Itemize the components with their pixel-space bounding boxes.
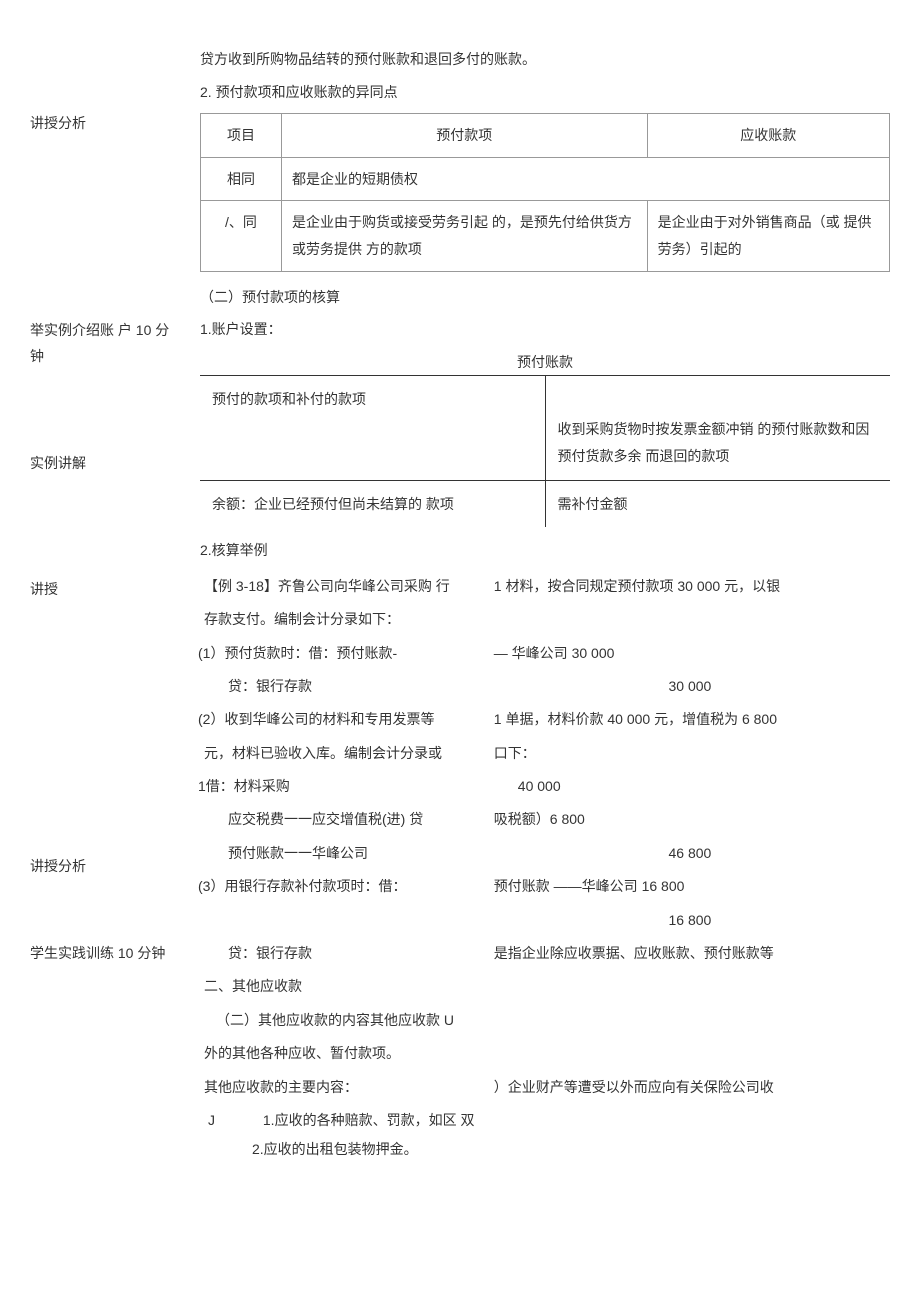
ex-intro-r: 1 材料，按合同规定预付款项 30 000 元，以银 bbox=[490, 570, 890, 603]
ex1-dr: (1）预付货款时：借：预付账款- bbox=[200, 637, 490, 670]
t-debit-top: 预付的款项和补付的款项 bbox=[200, 376, 545, 480]
ex2-r: 1 单据，材料价款 40 000 元，增值税为 6 800 bbox=[490, 703, 890, 736]
ex2-dr1-r: 40 000 bbox=[490, 770, 890, 803]
cell-diff-label: /、同 bbox=[201, 201, 282, 271]
comparison-table: 项目 预付款项 应收账款 相同 都是企业的短期债权 /、同 是企业由于购货或接受… bbox=[200, 113, 890, 271]
note-1: 讲授分析 bbox=[30, 110, 180, 137]
t-debit-bal: 余额：企业已经预付但尚未结算的 款项 bbox=[200, 480, 545, 527]
ex-intro-2: 存款支付。编制会计分录如下： bbox=[200, 603, 890, 636]
note-5: 讲授分析 bbox=[30, 853, 180, 880]
th-item: 项目 bbox=[201, 114, 282, 158]
cell-diff-prepay: 是企业由于购货或接受劳务引起 的，是预先付给供货方或劳务提供 方的款项 bbox=[282, 201, 648, 271]
sec2-r: 是指企业除应收票据、应收账款、预付账款等 bbox=[490, 937, 890, 970]
cell-diff-receivable: 是企业由于对外销售商品（或 提供劳务）引起的 bbox=[647, 201, 889, 271]
ex2-2r: 口下： bbox=[490, 737, 890, 770]
main-content: 贷方收到所购物品结转的预付账款和退回多付的账款。 2. 预付款项和应收账款的异同… bbox=[200, 40, 890, 1167]
table-row: 相同 都是企业的短期债权 bbox=[201, 157, 890, 201]
ex1-cr-r: 30 000 bbox=[490, 670, 890, 703]
para-example-heading: 2.核算举例 bbox=[200, 537, 890, 564]
ex2-cr-l: 预付账款一一华峰公司 bbox=[200, 837, 490, 870]
cell-same-label: 相同 bbox=[201, 157, 282, 201]
ex3-r: 预付账款 ——华峰公司 16 800 bbox=[490, 870, 890, 903]
ex1-dr-r: — 华峰公司 30 000 bbox=[490, 637, 890, 670]
sec2-items: J 1.应收的各种赔款、罚款，如区 双 2.应收的出租包装物押金。 bbox=[200, 1104, 890, 1167]
t-account: 预付的款项和补付的款项 收到采购货物时按发票金额冲销 的预付账款数和因预付货款多… bbox=[200, 375, 890, 527]
table-row: /、同 是企业由于购货或接受劳务引起 的，是预先付给供货方或劳务提供 方的款项 … bbox=[201, 201, 890, 271]
ex2-dr1-l: 1借：材料采购 bbox=[200, 770, 490, 803]
sec2-r4: ）企业财产等遭受以外而应向有关保险公司收 bbox=[490, 1071, 890, 1104]
sec2-l2: （二）其他应收款的内容其他应收款 U bbox=[200, 1004, 490, 1037]
th-prepay: 预付款项 bbox=[282, 114, 648, 158]
note-3: 实例讲解 bbox=[30, 450, 180, 477]
para-account-setup: 1.账户设置： bbox=[200, 316, 890, 343]
ex2-2l: 元，材料已验收入库。编制会计分录或 bbox=[200, 737, 490, 770]
ex2-cr-r: 46 800 bbox=[490, 837, 890, 870]
cell-same-value: 都是企业的短期债权 bbox=[282, 157, 890, 201]
ex3-cr-r: 16 800 bbox=[490, 904, 890, 937]
note-6: 学生实践训练 10 分钟 bbox=[30, 940, 180, 967]
sec2-l4: 其他应收款的主要内容： bbox=[200, 1071, 490, 1104]
table-row: 项目 预付款项 应收账款 bbox=[201, 114, 890, 158]
t-account-title: 预付账款 bbox=[200, 349, 890, 376]
ex-intro-l: 【例 3-18】齐鲁公司向华峰公司采购 行 bbox=[200, 570, 490, 603]
sec2-h: 二、其他应收款 bbox=[200, 970, 490, 1003]
para-heading-2: 2. 预付款项和应收账款的异同点 bbox=[200, 79, 890, 106]
ex2-l: (2）收到华峰公司的材料和专用发票等 bbox=[200, 703, 490, 736]
ex2-dr2-l: 应交税费一一应交增值税(进) 贷 bbox=[200, 803, 490, 836]
ex3-l: (3）用银行存款补付款项时：借： bbox=[200, 870, 490, 903]
t-credit-top: 收到采购货物时按发票金额冲销 的预付账款数和因预付货款多余 而退回的款项 bbox=[545, 376, 890, 480]
left-margin-notes: 讲授分析 举实例介绍账 户 10 分钟 实例讲解 讲授 讲授分析 学生实践训练 … bbox=[30, 40, 180, 1167]
j-mark: J bbox=[208, 1112, 215, 1128]
note-4: 讲授 bbox=[30, 576, 180, 603]
ex1-cr: 贷：银行存款 bbox=[200, 670, 490, 703]
ex3-blank bbox=[200, 904, 490, 937]
sec2-l3: 外的其他各种应收、暂付款项。 bbox=[200, 1037, 490, 1070]
para-sec-2: （二）预付款项的核算 bbox=[200, 284, 890, 311]
para-credit-side: 贷方收到所购物品结转的预付账款和退回多付的账款。 bbox=[200, 46, 890, 73]
t-credit-bal: 需补付金额 bbox=[545, 480, 890, 527]
example-layout: 【例 3-18】齐鲁公司向华峰公司采购 行 1 材料，按合同规定预付款项 30 … bbox=[200, 570, 890, 1167]
note-2: 举实例介绍账 户 10 分钟 bbox=[30, 317, 180, 370]
ex3-cr-l: 贷：银行存款 bbox=[200, 937, 490, 970]
ex2-dr2-r: 吸税额）6 800 bbox=[490, 803, 890, 836]
th-receivable: 应收账款 bbox=[647, 114, 889, 158]
